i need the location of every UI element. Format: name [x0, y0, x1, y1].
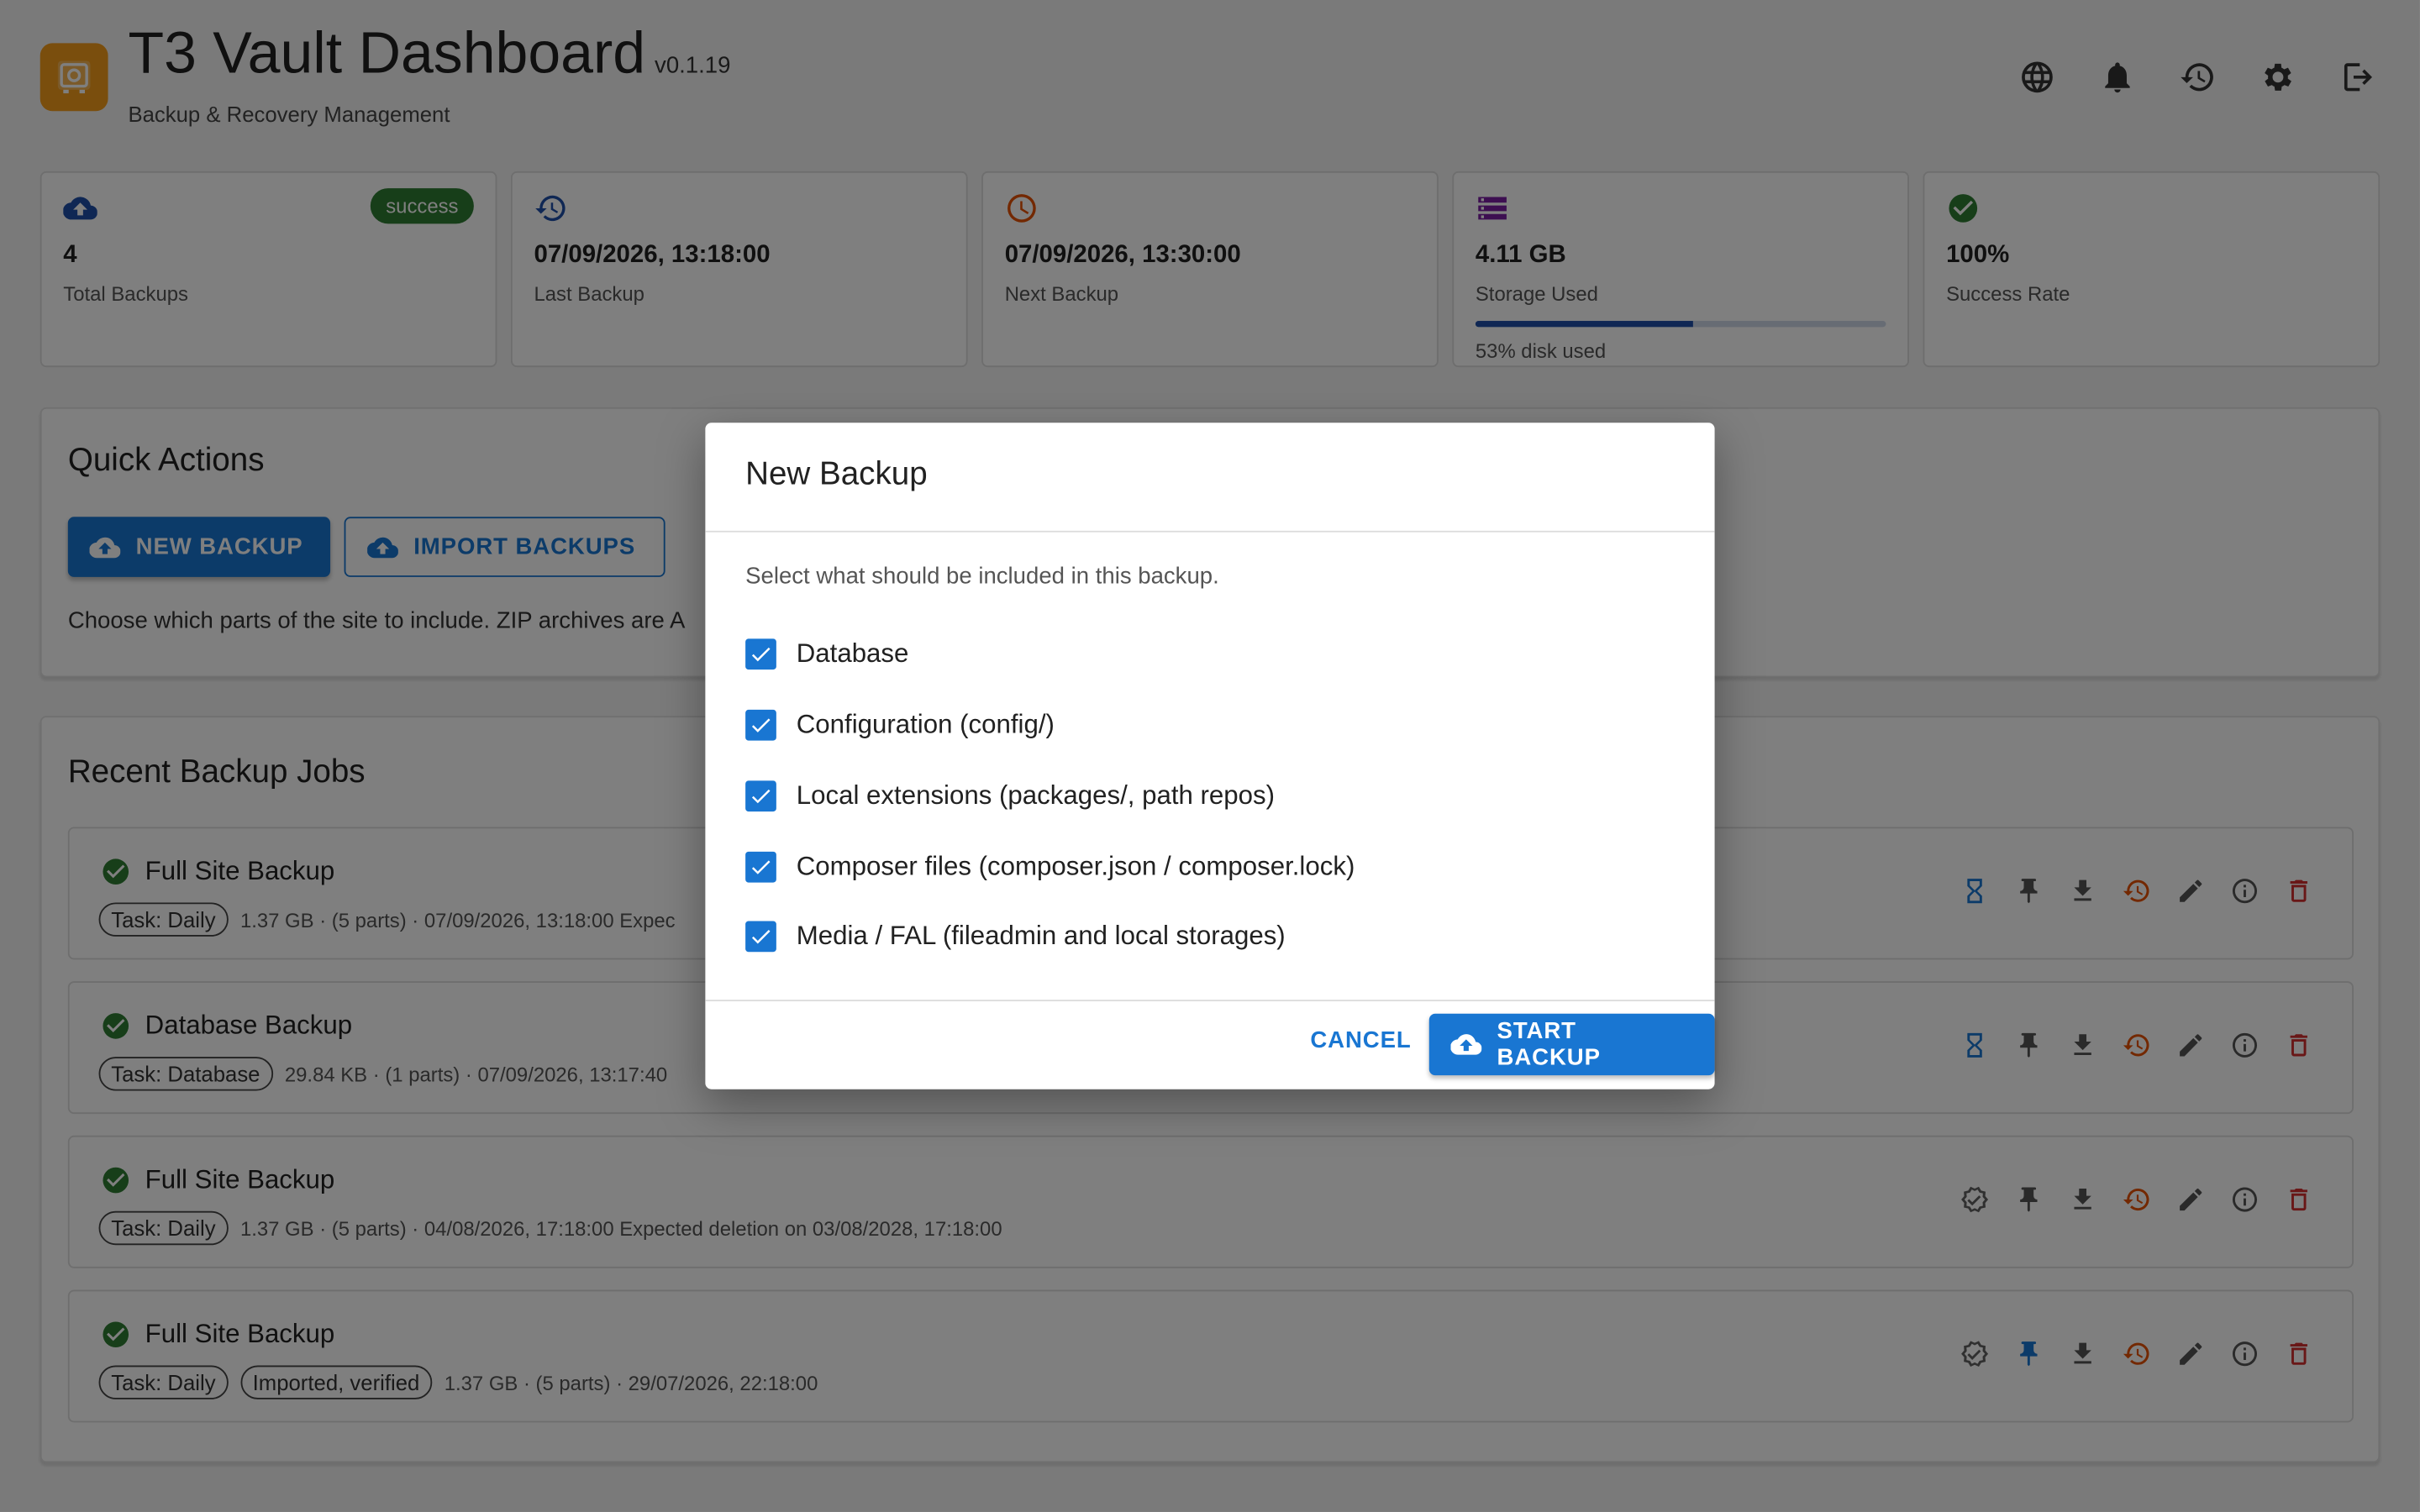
- checkbox-checked-icon[interactable]: [745, 921, 776, 953]
- dashboard-page: T3 Vault Dashboardv0.1.19 Backup & Recov…: [0, 0, 2420, 1512]
- option-database[interactable]: Database: [745, 638, 909, 670]
- checkbox-checked-icon[interactable]: [745, 709, 776, 741]
- start-backup-label: START BACKUP: [1497, 1018, 1601, 1071]
- cloud-upload-icon: [1450, 1034, 1482, 1055]
- new-backup-dialog: New Backup Select what should be include…: [705, 423, 1715, 1089]
- option-media-fal[interactable]: Media / FAL (fileadmin and local storage…: [745, 921, 1286, 953]
- start-backup-button[interactable]: START BACKUP: [1428, 1013, 1715, 1076]
- checkbox-checked-icon[interactable]: [745, 780, 776, 812]
- checkbox-checked-icon[interactable]: [745, 638, 776, 670]
- dialog-description: Select what should be included in this b…: [745, 563, 1219, 590]
- option-label: Composer files (composer.json / composer…: [796, 851, 1355, 881]
- dialog-footer-divider: [705, 1000, 1715, 1002]
- dialog-divider: [705, 530, 1715, 533]
- option-local-extensions[interactable]: Local extensions (packages/, path repos): [745, 780, 1276, 812]
- option-configuration[interactable]: Configuration (config/): [745, 709, 1055, 741]
- checkbox-checked-icon[interactable]: [745, 851, 776, 883]
- cancel-button[interactable]: CANCEL: [1310, 1027, 1411, 1053]
- option-label: Media / FAL (fileadmin and local storage…: [796, 921, 1286, 951]
- option-composer-files[interactable]: Composer files (composer.json / composer…: [745, 851, 1355, 883]
- option-label: Database: [796, 638, 909, 669]
- dialog-title: New Backup: [745, 456, 928, 492]
- option-label: Local extensions (packages/, path repos): [796, 780, 1276, 811]
- option-label: Configuration (config/): [796, 709, 1055, 739]
